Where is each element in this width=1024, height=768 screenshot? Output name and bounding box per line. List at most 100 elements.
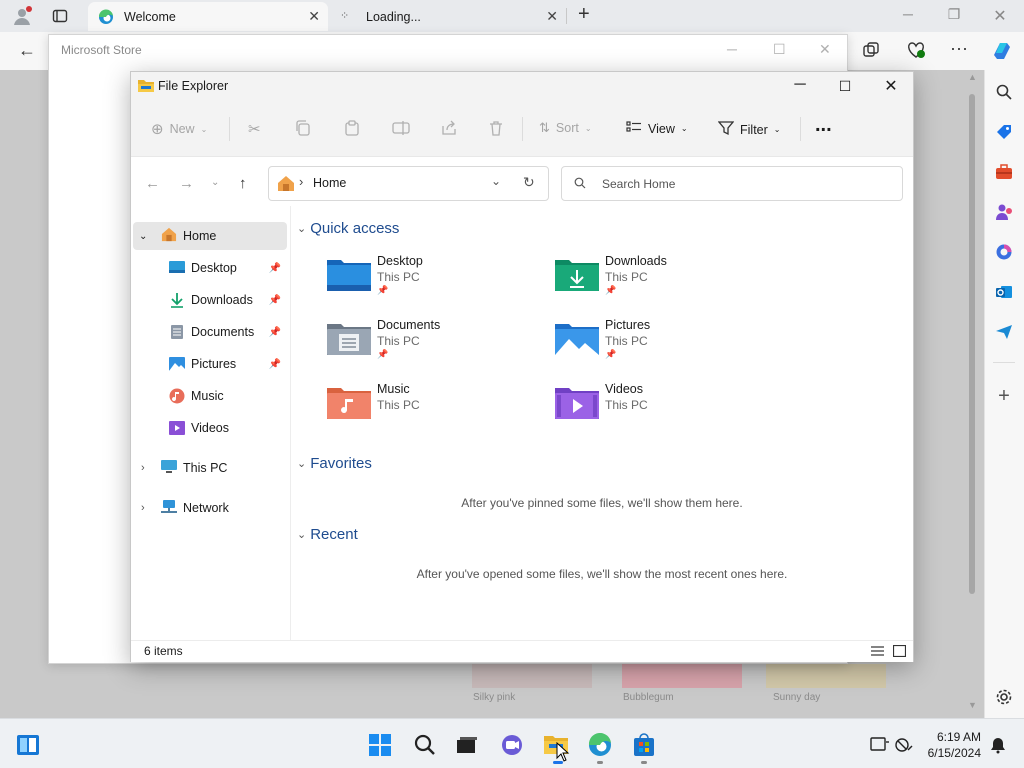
network-status-icon[interactable] — [892, 733, 916, 757]
rename-icon[interactable] — [392, 120, 410, 136]
videos-folder-icon — [555, 385, 599, 421]
pin-icon[interactable]: 📌 — [269, 327, 281, 338]
new-tab-button[interactable]: + — [578, 3, 590, 26]
device-status-icon[interactable] — [868, 733, 892, 757]
tab-actions-icon[interactable] — [50, 6, 70, 26]
tools-icon[interactable] — [993, 161, 1015, 183]
microsoft-365-icon[interactable] — [993, 241, 1015, 263]
send-icon[interactable] — [993, 321, 1015, 343]
back-arrow-icon[interactable]: ← — [18, 40, 36, 61]
store-minimize-icon[interactable]: ─ — [727, 41, 737, 57]
pin-icon[interactable]: 📌 — [269, 359, 281, 370]
share-icon[interactable] — [441, 120, 457, 136]
pin-icon[interactable]: 📌 — [269, 295, 281, 306]
scroll-down-icon[interactable]: ▼ — [968, 700, 977, 710]
view-button[interactable]: View ⌄ — [626, 120, 688, 137]
tab-label: Loading... — [366, 9, 421, 24]
notification-bell-icon[interactable] — [986, 733, 1010, 757]
widgets-icon[interactable] — [16, 733, 40, 757]
forward-icon[interactable]: → — [179, 175, 194, 192]
quick-access-item-documents[interactable]: Documents This PC 📌 — [327, 318, 547, 370]
outlook-icon[interactable] — [993, 281, 1015, 303]
cut-icon[interactable]: ✂ — [248, 120, 261, 138]
fe-close-icon[interactable]: ✕ — [880, 76, 902, 96]
quick-access-item-videos[interactable]: Videos This PC — [555, 382, 775, 434]
address-bar[interactable]: › Home ⌄ ↻ — [268, 166, 549, 201]
tab-welcome[interactable]: Welcome ✕ — [88, 2, 328, 31]
performance-icon[interactable] — [906, 41, 926, 62]
nav-item-home[interactable]: ⌄ Home — [133, 222, 287, 250]
back-icon[interactable]: ← — [145, 175, 160, 192]
close-tab-icon[interactable]: ✕ — [308, 8, 320, 25]
nav-item-this-pc[interactable]: › This PC — [133, 454, 287, 482]
scroll-thumb[interactable] — [969, 94, 975, 594]
nav-item-desktop[interactable]: Desktop 📌 — [169, 254, 289, 282]
swatch-bubblegum[interactable] — [622, 664, 742, 688]
nav-item-network[interactable]: › Network — [133, 494, 287, 522]
settings-gear-icon[interactable] — [993, 686, 1015, 708]
nav-item-music[interactable]: Music — [169, 382, 289, 410]
close-icon[interactable]: ✕ — [990, 6, 1010, 26]
refresh-icon[interactable]: ↻ — [523, 174, 535, 191]
up-icon[interactable]: ↑ — [239, 175, 247, 192]
microsoft-store-icon[interactable] — [632, 733, 656, 757]
quick-access-header[interactable]: ⌄ Quick access — [297, 220, 399, 237]
expand-chevron-icon[interactable]: › — [141, 462, 155, 474]
quick-access-item-downloads[interactable]: Downloads This PC 📌 — [555, 254, 775, 306]
shopping-tag-icon[interactable] — [993, 121, 1015, 143]
pin-icon[interactable]: 📌 — [269, 263, 281, 274]
tab-loading[interactable]: ⁘ Loading... ✕ — [330, 2, 566, 31]
favorites-header[interactable]: ⌄ Favorites — [297, 455, 372, 472]
scroll-up-icon[interactable]: ▲ — [968, 72, 977, 82]
new-button[interactable]: ⊕ New ⌄ — [151, 120, 207, 138]
chevron-down-icon: ⌄ — [200, 124, 208, 134]
teams-chat-icon[interactable] — [500, 733, 524, 757]
collections-icon[interactable] — [862, 41, 880, 62]
swatch-silky-pink[interactable] — [472, 664, 592, 688]
pin-icon: 📌 — [605, 285, 617, 295]
details-view-icon[interactable] — [871, 645, 884, 660]
minimize-icon[interactable]: ─ — [898, 6, 918, 22]
more-icon[interactable]: ... — [815, 114, 832, 137]
restore-icon[interactable]: ❐ — [944, 6, 964, 23]
nav-item-documents[interactable]: Documents 📌 — [169, 318, 289, 346]
task-view-icon[interactable] — [455, 733, 479, 757]
games-icon[interactable] — [993, 201, 1015, 223]
more-options-icon[interactable]: ··· — [950, 38, 968, 59]
expand-chevron-icon[interactable]: ⌄ — [139, 231, 153, 242]
expand-chevron-icon[interactable]: › — [141, 502, 155, 514]
quick-access-item-music[interactable]: Music This PC — [327, 382, 547, 434]
copilot-icon[interactable] — [990, 39, 1014, 66]
search-icon[interactable] — [993, 81, 1015, 103]
recent-header[interactable]: ⌄ Recent — [297, 526, 358, 543]
edge-taskbar-icon[interactable] — [588, 733, 612, 757]
fe-minimize-icon[interactable]: ─ — [789, 76, 811, 94]
search-icon[interactable] — [413, 733, 437, 757]
page-scrollbar[interactable]: ▲ ▼ — [964, 70, 980, 718]
add-icon[interactable]: + — [993, 385, 1015, 407]
quick-access-item-pictures[interactable]: Pictures This PC 📌 — [555, 318, 775, 370]
sort-button[interactable]: ⇅ Sort ⌄ — [539, 120, 592, 136]
address-dropdown-icon[interactable]: ⌄ — [491, 174, 501, 188]
profile-icon[interactable] — [12, 6, 32, 26]
system-clock[interactable]: 6:19 AM 6/15/2024 — [928, 729, 981, 761]
store-maximize-icon[interactable]: ☐ — [773, 41, 786, 58]
nav-item-pictures[interactable]: Pictures 📌 — [169, 350, 289, 378]
quick-access-item-desktop[interactable]: Desktop This PC 📌 — [327, 254, 547, 306]
large-icons-view-icon[interactable] — [892, 644, 907, 660]
search-box[interactable]: Search Home — [561, 166, 903, 201]
breadcrumb-home[interactable]: Home — [313, 176, 346, 190]
store-close-icon[interactable]: ✕ — [819, 41, 831, 58]
close-tab-icon[interactable]: ✕ — [546, 8, 558, 25]
copy-icon[interactable] — [295, 120, 311, 136]
delete-icon[interactable] — [488, 120, 504, 136]
nav-item-downloads[interactable]: Downloads 📌 — [169, 286, 289, 314]
swatch-sunny-day[interactable] — [766, 664, 886, 688]
filter-button[interactable]: Filter ⌄ — [717, 120, 780, 139]
paste-icon[interactable] — [344, 120, 360, 136]
fe-maximize-icon[interactable]: ☐ — [834, 78, 856, 95]
nav-item-videos[interactable]: Videos — [169, 414, 289, 442]
start-windows-icon[interactable] — [368, 733, 392, 757]
documents-folder-icon — [327, 321, 371, 357]
recent-locations-icon[interactable]: ⌄ — [211, 177, 219, 188]
